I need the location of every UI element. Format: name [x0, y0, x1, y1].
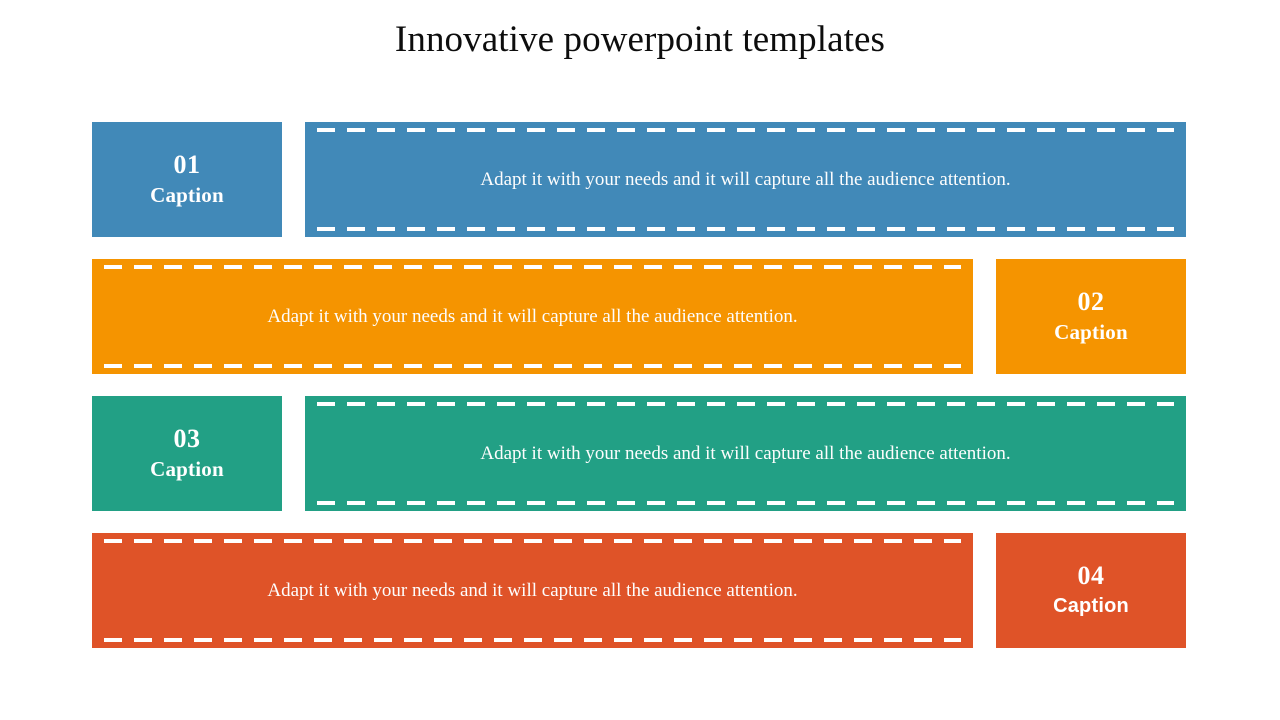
text-panel-04[interactable]: Adapt it with your needs and it will cap… [92, 533, 973, 648]
caption-number: 02 [1077, 286, 1105, 316]
caption-block-01[interactable]: 01 Caption [92, 122, 282, 237]
content-row[interactable]: 04 Caption Adapt it with your needs and … [92, 533, 1186, 648]
panel-text: Adapt it with your needs and it will cap… [480, 442, 1011, 464]
caption-label: Caption [1054, 319, 1128, 344]
caption-label: Caption [1053, 594, 1129, 617]
caption-number: 01 [173, 149, 201, 179]
caption-block-04[interactable]: 04 Caption [996, 533, 1186, 648]
panel-text: Adapt it with your needs and it will cap… [267, 305, 798, 327]
slide-canvas: Innovative powerpoint templates 01 Capti… [0, 0, 1280, 720]
caption-block-02[interactable]: 02 Caption [996, 259, 1186, 374]
text-panel-01[interactable]: Adapt it with your needs and it will cap… [305, 122, 1186, 237]
panel-text: Adapt it with your needs and it will cap… [267, 579, 798, 601]
panel-text: Adapt it with your needs and it will cap… [480, 168, 1011, 190]
text-panel-02[interactable]: Adapt it with your needs and it will cap… [92, 259, 973, 374]
text-panel-03[interactable]: Adapt it with your needs and it will cap… [305, 396, 1186, 511]
content-row[interactable]: 03 Caption Adapt it with your needs and … [92, 396, 1186, 511]
caption-number: 04 [1077, 560, 1105, 590]
caption-label: Caption [150, 182, 224, 207]
caption-block-03[interactable]: 03 Caption [92, 396, 282, 511]
caption-label: Caption [150, 456, 224, 481]
page-title: Innovative powerpoint templates [394, 19, 886, 60]
content-row[interactable]: 01 Caption Adapt it with your needs and … [92, 122, 1186, 237]
content-row[interactable]: 02 Caption Adapt it with your needs and … [92, 259, 1186, 374]
caption-number: 03 [173, 423, 201, 453]
content-rows: 01 Caption Adapt it with your needs and … [92, 122, 1186, 648]
